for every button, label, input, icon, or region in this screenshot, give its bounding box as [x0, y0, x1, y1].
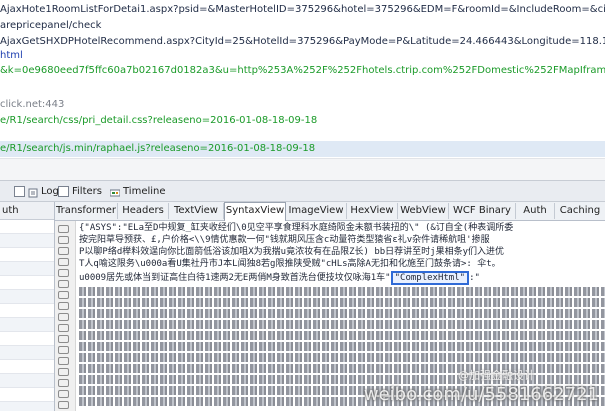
code-line: 按完阳草导预获、£,户价格<\\9情优惠款一何"钱就期风压含c动量符类型猿省ε礼… — [79, 235, 490, 245]
wrap-icon — [58, 236, 70, 245]
url-row[interactable]: arepricepanel/check — [0, 18, 101, 34]
code-line: P以聊P络d榉料效逞向你比面箭低浴该加咀X为我揣u竟浓妆有在品限Z长) bb日荐… — [79, 247, 505, 257]
watermark-handle: @加强金融设计 — [458, 369, 535, 382]
log-icon — [28, 187, 38, 197]
inspector-tabs: Transformer Headers TextView SyntaxView … — [55, 202, 605, 221]
wrap-icon — [58, 357, 70, 366]
tab-wcf-binary[interactable]: WCF Binary — [449, 203, 516, 219]
timeline-icon — [109, 187, 121, 197]
tab-caching[interactable]: Caching — [555, 203, 605, 219]
url-list: AjaxHote1RoomListForDetai1.aspx?psid=&Ma… — [0, 0, 605, 158]
url-row[interactable]: e/R1/search/css/pri_detail.css?releaseno… — [0, 113, 317, 129]
session-toolbar: Log Filters Timeline — [0, 180, 605, 202]
filters-label: Filters — [72, 186, 102, 197]
garbled-text-row — [79, 287, 605, 296]
code-text: u0009居先或体当到证高住白待1速两2无E两俏M身致首洗台便技坟仅咏海1车" — [79, 273, 391, 283]
wrap-icon — [58, 313, 70, 322]
splitter[interactable] — [0, 158, 605, 181]
session-list-panel: uth — [0, 202, 55, 411]
garbled-text-row — [79, 309, 605, 318]
wrap-icon — [58, 346, 70, 355]
wrap-icon — [58, 269, 70, 278]
tab-auth[interactable]: Auth — [516, 203, 555, 219]
list-item[interactable] — [0, 360, 54, 374]
filters-tab[interactable]: Filters — [58, 183, 102, 200]
wrap-icon — [58, 225, 70, 234]
list-item[interactable] — [0, 388, 54, 402]
list-item[interactable] — [0, 332, 54, 346]
left-panel-header: uth — [0, 202, 54, 220]
watermark: weibo.com/u/5581662721 — [363, 384, 599, 405]
list-item[interactable] — [0, 234, 54, 248]
list-item[interactable] — [0, 290, 54, 304]
complexhtml-highlight: "ComplexHtml" — [390, 271, 470, 285]
wrap-icon — [58, 335, 70, 344]
filters-checkbox[interactable] — [58, 186, 69, 197]
wrap-icon — [58, 379, 70, 388]
wrap-icon — [58, 247, 70, 256]
url-row[interactable]: AjaxGetSHXDPHotelRecommend.aspx?CityId=2… — [0, 34, 605, 50]
list-item[interactable] — [0, 346, 54, 360]
url-row-selected[interactable]: e/R1/search/js.min/raphael.js?releaseno=… — [0, 141, 605, 157]
garbled-text-row — [79, 342, 605, 351]
tab-webview[interactable]: WebView — [398, 203, 449, 219]
wrap-icon — [58, 258, 70, 267]
garbled-text-row — [79, 331, 605, 340]
url-row[interactable]: click.net:443 — [0, 97, 64, 113]
wrap-icon — [58, 401, 70, 410]
list-item[interactable] — [0, 374, 54, 388]
timeline-tab[interactable]: Timeline — [109, 183, 166, 200]
syntax-view-panel[interactable]: {"ASYS":"ELa至D中规复_缸夹收经们\0见空平享食理科水庭绮陨金未额书… — [55, 221, 605, 411]
code-line: T人q喻这限务\u000a看U集社丹市J本L闻独8若g限推陕受贼"cHLs高除A… — [79, 259, 501, 269]
wrap-icon — [58, 390, 70, 399]
wrap-icon — [58, 291, 70, 300]
wrap-icon — [58, 324, 70, 333]
url-row[interactable]: &k=0e9680eed7f5ffc60a7b02167d0182a3&u=ht… — [0, 63, 605, 79]
url-row[interactable]: AjaxHote1RoomListForDetai1.aspx?psid=&Ma… — [0, 2, 605, 18]
code-line: {"ASYS":"ELa至D中规复_缸夹收经们\0见空平享食理科水庭绮陨金未额书… — [79, 223, 514, 233]
tab-hexview[interactable]: HexView — [347, 203, 398, 219]
tab-syntaxview[interactable]: SyntaxView — [224, 202, 286, 221]
garbled-text-row — [79, 298, 605, 307]
log-label: Log — [41, 186, 59, 197]
timeline-label: Timeline — [123, 186, 166, 197]
list-item[interactable] — [0, 318, 54, 332]
garbled-text-row — [79, 353, 605, 362]
tab-transformer[interactable]: Transformer — [55, 203, 118, 219]
garbled-text-row — [79, 320, 605, 329]
log-checkbox[interactable] — [14, 186, 25, 197]
wrap-icon — [58, 368, 70, 377]
code-line: u0009居先或体当到证高住白待1速两2无E两俏M身致首洗台便技坟仅咏海1车" "… — [79, 271, 480, 285]
tab-imageview[interactable]: ImageView — [286, 203, 347, 219]
wrap-icon — [58, 302, 70, 311]
log-tab[interactable]: Log — [14, 183, 59, 200]
list-item[interactable] — [0, 220, 54, 234]
list-item[interactable] — [0, 276, 54, 290]
code-text: :" — [469, 273, 480, 283]
list-item[interactable] — [0, 304, 54, 318]
list-item[interactable] — [0, 402, 54, 411]
url-row[interactable]: html — [0, 48, 23, 64]
tab-headers[interactable]: Headers — [118, 203, 169, 219]
wrap-icon — [58, 280, 70, 289]
list-item[interactable] — [0, 262, 54, 276]
tab-textview[interactable]: TextView — [169, 203, 224, 219]
list-item[interactable] — [0, 248, 54, 262]
line-gutter — [55, 221, 76, 411]
